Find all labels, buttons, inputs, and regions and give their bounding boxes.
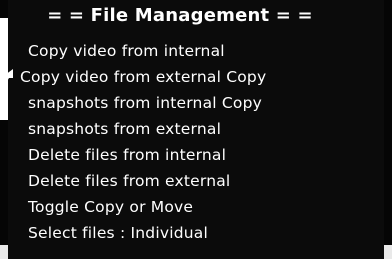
menu-item-delete-internal[interactable]: Delete files from internal xyxy=(28,142,266,168)
menu-item-select-files[interactable]: Select files : Individual xyxy=(28,220,266,246)
menu-item-copy-snapshots-internal[interactable]: snapshots from internal Copy xyxy=(28,90,266,116)
menu-item-copy-video-external[interactable]: Copy video from external Copy xyxy=(20,64,266,90)
file-management-menu: = = File Management = = Copy video from … xyxy=(8,0,384,259)
menu-item-copy-snapshots-external[interactable]: snapshots from external xyxy=(28,116,266,142)
menu-title: = = File Management = = xyxy=(47,5,313,26)
screen: = = File Management = = Copy video from … xyxy=(0,0,392,259)
menu-item-copy-video-internal[interactable]: Copy video from internal xyxy=(28,38,266,64)
menu-list: Copy video from internal Copy video from… xyxy=(20,38,266,246)
arrow-pointer-icon xyxy=(1,69,13,83)
menu-item-toggle-copy-move[interactable]: Toggle Copy or Move xyxy=(28,194,266,220)
menu-item-delete-external[interactable]: Delete files from external xyxy=(28,168,266,194)
